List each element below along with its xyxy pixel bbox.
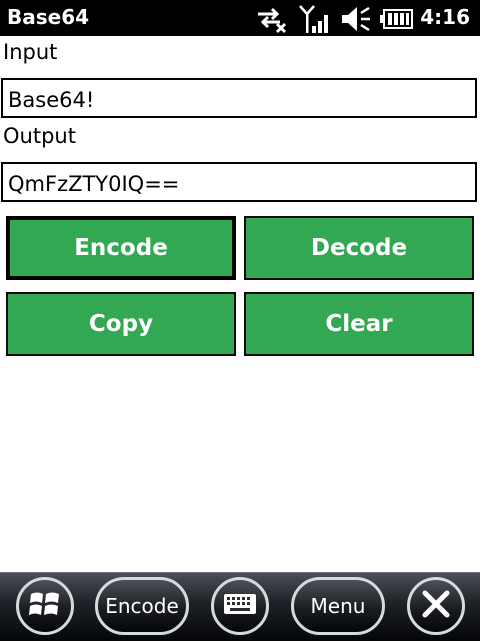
input-field[interactable]: Base64! bbox=[1, 78, 477, 118]
app-title: Base64 bbox=[7, 5, 90, 29]
copy-button[interactable]: Copy bbox=[6, 292, 236, 356]
battery-icon bbox=[380, 8, 414, 35]
input-label: Input bbox=[3, 40, 58, 64]
softkey-right-button[interactable]: Menu bbox=[291, 577, 385, 635]
volume-muted-icon bbox=[340, 4, 372, 39]
output-field[interactable]: QmFzZTY0IQ== bbox=[1, 162, 477, 202]
clock[interactable]: 4:16 bbox=[420, 5, 470, 29]
windows-start-icon bbox=[28, 588, 62, 625]
data-sync-off-icon bbox=[256, 4, 288, 39]
start-button[interactable] bbox=[16, 577, 74, 635]
status-bar: Base64 4:16 bbox=[0, 0, 480, 36]
softkey-left-button[interactable]: Encode bbox=[95, 577, 189, 635]
output-label: Output bbox=[3, 124, 76, 148]
decode-button[interactable]: Decode bbox=[244, 216, 474, 280]
clear-button[interactable]: Clear bbox=[244, 292, 474, 356]
keyboard-button[interactable] bbox=[211, 577, 269, 635]
close-icon bbox=[421, 589, 451, 624]
signal-strength-icon bbox=[298, 4, 332, 39]
encode-button[interactable]: Encode bbox=[6, 216, 236, 280]
keyboard-icon bbox=[223, 593, 257, 620]
close-button[interactable] bbox=[407, 577, 465, 635]
